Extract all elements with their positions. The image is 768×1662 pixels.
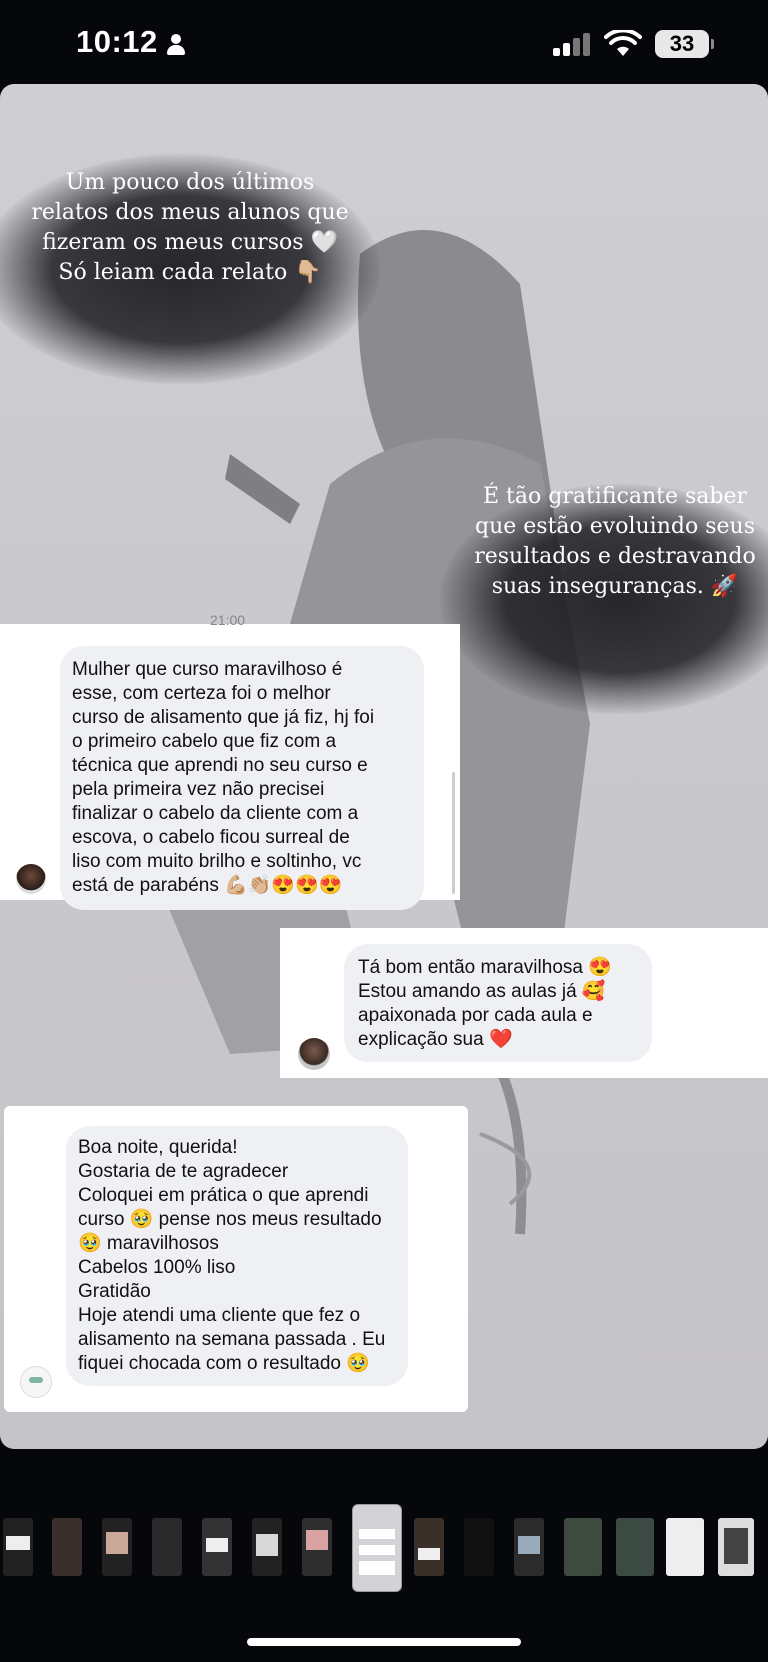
- home-indicator[interactable]: [247, 1638, 521, 1646]
- testimonial-card: Tá bom então maravilhosa 😍 Estou amando …: [280, 928, 768, 1078]
- message-text: Boa noite, querida! Gostaria de te agrad…: [78, 1137, 386, 1374]
- message-text: Mulher que curso maravilhoso é esse, com…: [72, 659, 375, 896]
- message-text: Tá bom então maravilhosa 😍 Estou amando …: [358, 957, 612, 1050]
- wifi-icon: [604, 30, 642, 56]
- story-thumbnails[interactable]: [0, 1504, 768, 1594]
- story-caption-right: É tão gratificante saber que estão evolu…: [474, 484, 756, 599]
- status-time: 10:12: [76, 24, 158, 59]
- story-thumbnail[interactable]: [464, 1518, 494, 1576]
- testimonial-card: 21:00 Mulher que curso maravilhoso é ess…: [0, 612, 460, 910]
- cellular-signal-icon: [553, 32, 593, 56]
- status-bar: 10:12 33: [0, 0, 768, 86]
- story-thumbnail[interactable]: [202, 1518, 232, 1576]
- story-thumbnail[interactable]: [514, 1518, 544, 1576]
- story-thumbnail[interactable]: [3, 1518, 33, 1576]
- avatar: [16, 864, 46, 894]
- story-thumbnail[interactable]: [718, 1518, 754, 1576]
- story-thumbnail[interactable]: [666, 1518, 704, 1576]
- story-thumbnail[interactable]: [252, 1518, 282, 1576]
- story-thumbnail[interactable]: [302, 1518, 332, 1576]
- message-bubble: Mulher que curso maravilhoso é esse, com…: [60, 646, 424, 910]
- story-thumbnail[interactable]: [102, 1518, 132, 1576]
- scrollbar: [452, 772, 455, 894]
- message-bubble: Boa noite, querida! Gostaria de te agrad…: [66, 1126, 408, 1386]
- testimonial-card: Boa noite, querida! Gostaria de te agrad…: [4, 1106, 468, 1412]
- avatar: [298, 1038, 330, 1070]
- message-bubble: Tá bom então maravilhosa 😍 Estou amando …: [344, 944, 652, 1062]
- avatar: [20, 1366, 52, 1398]
- story-thumbnail[interactable]: [52, 1518, 82, 1576]
- story-thumbnail[interactable]: [564, 1518, 602, 1576]
- message-timestamp: 21:00: [210, 612, 246, 628]
- story-thumbnail[interactable]: [414, 1518, 444, 1576]
- story-view[interactable]: Um pouco dos últimos relatos dos meus al…: [0, 84, 768, 1449]
- battery-indicator: 33: [655, 30, 714, 58]
- story-thumbnail[interactable]: [616, 1518, 654, 1576]
- story-thumbnail[interactable]: [152, 1518, 182, 1576]
- story-caption-top: Um pouco dos últimos relatos dos meus al…: [31, 170, 349, 285]
- person-icon: [166, 34, 186, 56]
- story-thumbnail-active[interactable]: [352, 1504, 402, 1592]
